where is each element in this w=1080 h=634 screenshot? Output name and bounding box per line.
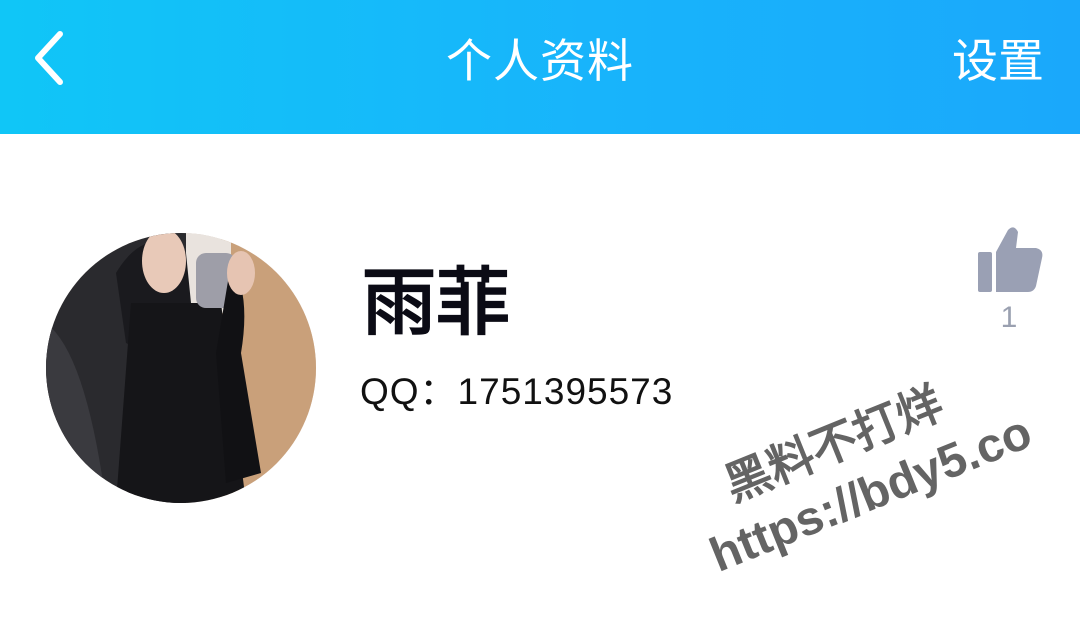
- like-count: 1: [1000, 301, 1018, 334]
- profile-name: 雨菲: [362, 260, 510, 346]
- avatar[interactable]: [46, 233, 316, 503]
- page-title: 个人资料: [446, 34, 634, 88]
- settings-button[interactable]: 设置: [952, 26, 1044, 96]
- watermark-text: 黑料不打烊: [717, 376, 951, 511]
- watermark-url: https://bdy5.co: [702, 405, 1040, 583]
- thumbs-up-icon: [978, 227, 1043, 292]
- avatar-image: [46, 233, 316, 503]
- header-bar: 个人资料 设置: [0, 0, 1080, 134]
- watermark: 黑料不打烊 https://bdy5.co: [665, 296, 1080, 633]
- like-button[interactable]: [968, 222, 1050, 298]
- qq-number: QQ：1751395573: [360, 371, 674, 412]
